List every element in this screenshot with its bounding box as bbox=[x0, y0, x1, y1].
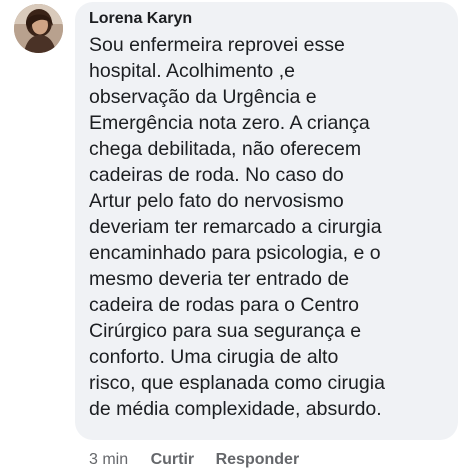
comment-line: cadeiras de roda. No caso do bbox=[89, 164, 344, 186]
comment-line: mesmo deveria ter entrado de bbox=[89, 268, 350, 290]
like-button[interactable]: Curtir bbox=[151, 449, 195, 471]
comment-bubble: Lorena Karyn Sou enfermeira reprovei ess… bbox=[75, 2, 458, 440]
comment-line: risco, que esplanada como cirugia bbox=[89, 372, 385, 394]
comment-line: observação da Urgência e bbox=[89, 86, 317, 108]
comment-line: Cirúrgico para sua segurança e bbox=[89, 320, 362, 342]
comment-line: hospital. Acolhimento ,e bbox=[89, 60, 295, 82]
comment-line: de média complexidade, absurdo. bbox=[89, 398, 382, 420]
comment-author[interactable]: Lorena Karyn bbox=[89, 9, 444, 29]
comment-body: Sou enfermeira reprovei esse hospital. A… bbox=[89, 32, 444, 422]
avatar[interactable] bbox=[14, 4, 63, 53]
comment-line: conforto. Uma cirugia de alto bbox=[89, 346, 339, 368]
comment-line: chega debilitada, não oferecem bbox=[89, 138, 362, 160]
comment-timestamp[interactable]: 3 min bbox=[89, 449, 128, 471]
comment-actions: 3 min Curtir Responder bbox=[89, 449, 316, 471]
comment-line: deveriam ter remarcado a cirurgia bbox=[89, 216, 382, 238]
comment-line: Emergência nota zero. A criança bbox=[89, 112, 370, 134]
comment-line: encaminhado para psicologia, e o bbox=[89, 242, 381, 264]
comment-line: Artur pelo fato do nervosismo bbox=[89, 190, 344, 212]
comment-line: cadeira de rodas para o Centro bbox=[89, 294, 359, 316]
reply-button[interactable]: Responder bbox=[216, 449, 300, 471]
profile-photo-icon bbox=[14, 4, 63, 53]
comment-line: Sou enfermeira reprovei esse bbox=[89, 34, 345, 56]
